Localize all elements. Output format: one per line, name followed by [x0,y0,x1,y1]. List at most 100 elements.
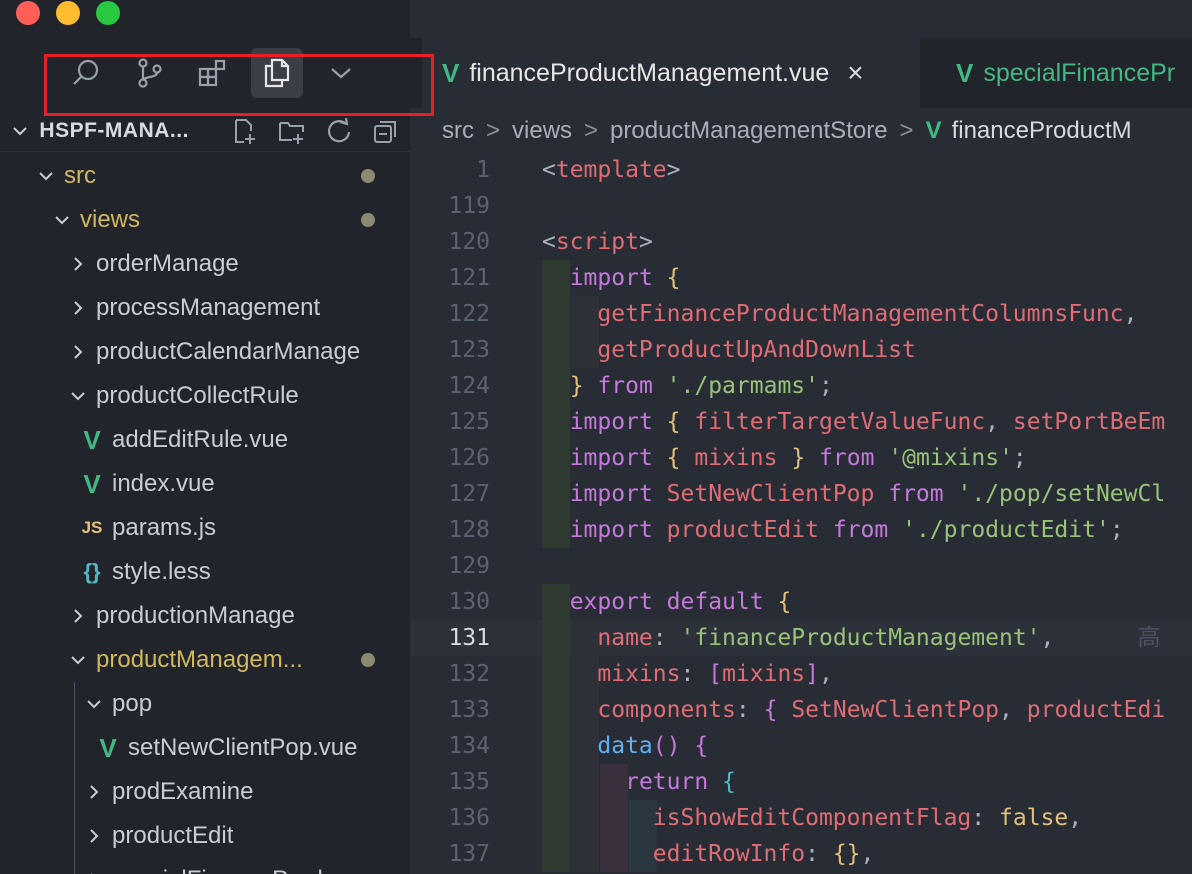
tree-item[interactable]: views [0,198,410,242]
code-line[interactable]: 120 <script> [410,224,1192,260]
explorer-header: HSPF-MANA... [0,110,410,152]
tree-item[interactable]: productEdit [0,814,410,858]
tree-item[interactable]: productCalendarManage [0,330,410,374]
line-number: 120 [448,229,490,255]
tree-item[interactable]: pop [0,682,410,726]
code-line[interactable]: 130 export default { [410,584,1192,620]
extensions-icon[interactable] [186,48,238,98]
chevron-down-icon [50,211,74,229]
breadcrumb-item[interactable]: src [442,117,474,145]
code-line[interactable]: 125 import { filterTargetValueFunc, setP… [410,404,1192,440]
line-number: 123 [448,337,490,363]
code-line[interactable]: 133 components: { SetNewClientPop, produ… [410,692,1192,728]
chevron-right-icon [82,827,106,845]
line-number: 126 [448,445,490,471]
line-number: 134 [448,733,490,759]
tree-item[interactable]: productCollectRule [0,374,410,418]
close-window-button[interactable] [16,1,40,25]
code-text: <template> [542,157,681,183]
maximize-window-button[interactable] [96,1,120,25]
code-text: getFinanceProductManagementColumnsFunc, [597,301,1138,327]
code-text: name: 'financeProductManagement', 高 [597,625,1161,651]
tree-item-label: processManagement [96,294,321,321]
breadcrumb-item[interactable]: views [512,117,572,145]
js-file-icon: JS [81,518,103,537]
code-text: import SetNewClientPop from './pop/setNe… [569,481,1166,507]
refresh-icon[interactable] [315,110,362,152]
line-number: 1 [476,157,490,183]
chevron-down-icon [82,695,106,713]
tree-item[interactable]: src [0,154,410,198]
tree-item[interactable]: processManagement [0,286,410,330]
tree-item[interactable]: VaddEditRule.vue [0,418,410,462]
tree-item[interactable]: JS params.js [0,506,410,550]
tab-bar: V financeProductManagement.vue × V speci… [410,38,1192,108]
explorer-icon[interactable] [251,48,303,98]
breadcrumb-separator: > [486,117,501,144]
tree-item[interactable]: productionManage [0,594,410,638]
code-line[interactable]: 131 name: 'financeProductManagement', 高 [410,620,1192,656]
new-file-icon[interactable] [221,110,268,152]
tree-item[interactable]: {} style.less [0,550,410,594]
line-number: 132 [448,661,490,687]
vue-file-icon: V [99,732,117,763]
tree-item[interactable]: productManagem... [0,638,410,682]
tree-item-label: productCalendarManage [96,338,361,365]
new-folder-icon[interactable] [268,110,315,152]
code-text: } from './parmams'; [569,373,833,399]
title-bar [0,0,410,38]
chevron-right-icon [66,343,90,361]
code-line[interactable]: 128 import productEdit from './productEd… [410,512,1192,548]
code-line[interactable]: 137 editRowInfo: {}, [410,836,1192,872]
line-number: 137 [448,841,490,867]
tree-item-label: productEdit [112,822,234,849]
tree-item-label: params.js [112,514,217,541]
chevron-down-icon[interactable] [315,48,367,98]
chevron-right-icon [66,607,90,625]
code-line[interactable]: 119 [410,188,1192,224]
explorer-title: HSPF-MANA... [39,118,189,142]
tree-item[interactable]: Vindex.vue [0,462,410,506]
breadcrumb-item[interactable]: financeProductM [952,117,1132,145]
code-text: components: { SetNewClientPop, productEd… [597,697,1166,723]
code-line[interactable]: 136 isShowEditComponentFlag: false, [410,800,1192,836]
line-number: 136 [448,805,490,831]
code-line[interactable]: 122 getFinanceProductManagementColumnsFu… [410,296,1192,332]
code-line[interactable]: 124 } from './parmams'; [410,368,1192,404]
source-control-icon[interactable] [124,48,176,98]
tree-item[interactable]: specialFinanceProduc [0,858,410,874]
breadcrumb-item[interactable]: productManagementStore [610,117,888,145]
minimize-window-button[interactable] [56,1,80,25]
indent-guide [74,682,75,874]
tab-label: financeProductManagement.vue [469,58,830,87]
code-line[interactable]: 135 return { [410,764,1192,800]
tree-item[interactable]: VsetNewClientPop.vue [0,726,410,770]
search-icon[interactable] [60,48,112,98]
tree-item-label: orderManage [96,250,239,277]
tree-item[interactable]: orderManage [0,242,410,286]
code-line[interactable]: 126 import { mixins } from '@mixins'; [410,440,1192,476]
code-line[interactable]: 121 import { [410,260,1192,296]
line-number: 119 [448,193,490,219]
close-icon[interactable]: × [847,57,863,89]
tab-inactive[interactable]: V specialFinancePr [940,38,1175,108]
code-line[interactable]: 132 mixins: [mixins], [410,656,1192,692]
tab-active[interactable]: V financeProductManagement.vue × [422,38,920,108]
code-line[interactable]: 1 <template> [410,152,1192,188]
code-line[interactable]: 123 getProductUpAndDownList [410,332,1192,368]
tree-item-label: setNewClientPop.vue [128,734,358,761]
code-line[interactable]: 134 data() { [410,728,1192,764]
code-area[interactable]: 1 <template> 119 120 <script> 121 import {122… [410,152,1192,872]
code-line[interactable]: 127 import SetNewClientPop from './pop/s… [410,476,1192,512]
vue-file-icon: V [956,57,974,88]
collapse-all-icon[interactable] [363,110,410,152]
tree-item[interactable]: prodExamine [0,770,410,814]
code-text: import { [569,265,681,291]
chevron-down-icon[interactable] [0,121,39,141]
line-number: 128 [448,517,490,543]
code-line[interactable]: 129 [410,548,1192,584]
chevron-down-icon [34,167,58,185]
line-number: 135 [448,769,490,795]
activity-bar [0,38,410,110]
chevron-right-icon [82,783,106,801]
